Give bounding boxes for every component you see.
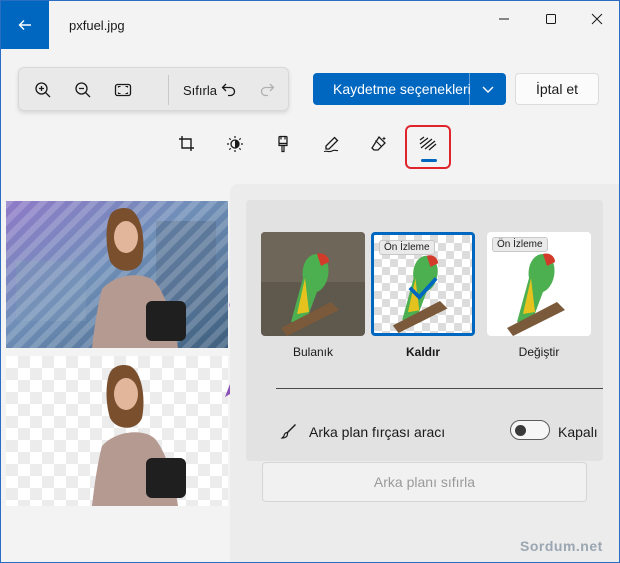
preview-badge: Ön İzleme xyxy=(492,237,548,252)
toggle-knob xyxy=(515,425,526,436)
arrow-left-icon xyxy=(18,20,31,30)
close-icon xyxy=(591,13,603,25)
toggle-state-label: Kapalı xyxy=(558,424,598,440)
reset-background-button[interactable]: Arka planı sıfırla xyxy=(262,462,587,502)
option-blur-label: Bulanık xyxy=(292,345,334,359)
chevron-down-icon[interactable] xyxy=(481,82,495,96)
save-split-separator xyxy=(469,73,470,105)
zoom-in-button[interactable] xyxy=(31,78,55,102)
background-tool-button[interactable] xyxy=(415,131,441,157)
close-button[interactable] xyxy=(574,5,620,33)
brightness-icon xyxy=(227,136,243,152)
background-brush-toggle[interactable] xyxy=(510,420,550,440)
erase-tool-button[interactable] xyxy=(366,131,392,157)
undo-icon xyxy=(221,83,236,97)
save-options-button[interactable]: Kaydetme seçenekleri xyxy=(313,73,506,105)
maximize-button[interactable] xyxy=(528,5,574,33)
background-icon xyxy=(419,136,437,151)
minimize-button[interactable] xyxy=(481,5,527,33)
brush-icon xyxy=(280,424,296,439)
fit-to-window-icon xyxy=(114,83,132,97)
option-remove-thumbnail[interactable]: Ön İzleme xyxy=(371,232,475,336)
redo-icon xyxy=(260,83,275,97)
parrot-blur-image xyxy=(261,232,365,336)
markup-pen-icon xyxy=(323,136,339,153)
markup-tool-button[interactable] xyxy=(318,131,344,157)
filter-brush-icon xyxy=(278,135,288,153)
window-title: pxfuel.jpg xyxy=(69,18,125,33)
background-panel: Ön İzleme Ön İzleme Bulanık Kaldır Değiş… xyxy=(230,184,619,562)
zoom-out-icon xyxy=(75,82,91,98)
option-replace-label: Değiştir xyxy=(518,345,560,359)
option-replace-thumbnail[interactable]: Ön İzleme xyxy=(487,232,591,336)
filter-tool-button[interactable] xyxy=(270,131,296,157)
eraser-icon xyxy=(371,135,386,151)
fit-to-window-button[interactable] xyxy=(111,78,135,102)
option-blur-thumbnail[interactable] xyxy=(261,232,365,336)
title-bar: pxfuel.jpg xyxy=(1,1,619,49)
zoom-in-icon xyxy=(35,82,51,98)
toolbar-separator xyxy=(168,75,169,105)
background-brush-label: Arka plan fırçası aracı xyxy=(309,424,446,440)
section-divider xyxy=(276,388,603,389)
photo-preview-result xyxy=(6,356,228,506)
minimize-icon xyxy=(499,18,509,20)
adjust-tool-button[interactable] xyxy=(222,131,248,157)
zoom-out-button[interactable] xyxy=(71,78,95,102)
back-button[interactable] xyxy=(1,1,49,49)
active-tool-indicator xyxy=(421,159,437,162)
crop-icon xyxy=(179,136,194,151)
maximize-icon xyxy=(546,14,556,24)
reset-button[interactable]: Sıfırla xyxy=(183,83,217,98)
zoom-toolbar: Sıfırla xyxy=(18,67,289,111)
background-options-card: Ön İzleme Ön İzleme Bulanık Kaldır Değiş… xyxy=(246,200,603,461)
watermark: Sordum.net xyxy=(520,538,603,554)
cancel-button[interactable]: İptal et xyxy=(515,73,599,105)
option-remove-label: Kaldır xyxy=(405,345,440,359)
redo-button[interactable] xyxy=(255,78,279,102)
app-window: pxfuel.jpg Sıfırla Kaydetme seçenekleri … xyxy=(0,0,620,563)
save-options-label: Kaydetme seçenekleri xyxy=(333,81,471,97)
undo-button[interactable] xyxy=(217,78,241,102)
preview-badge: Ön İzleme xyxy=(379,240,435,255)
crop-tool-button[interactable] xyxy=(174,131,200,157)
photo-preview-original xyxy=(6,201,228,348)
